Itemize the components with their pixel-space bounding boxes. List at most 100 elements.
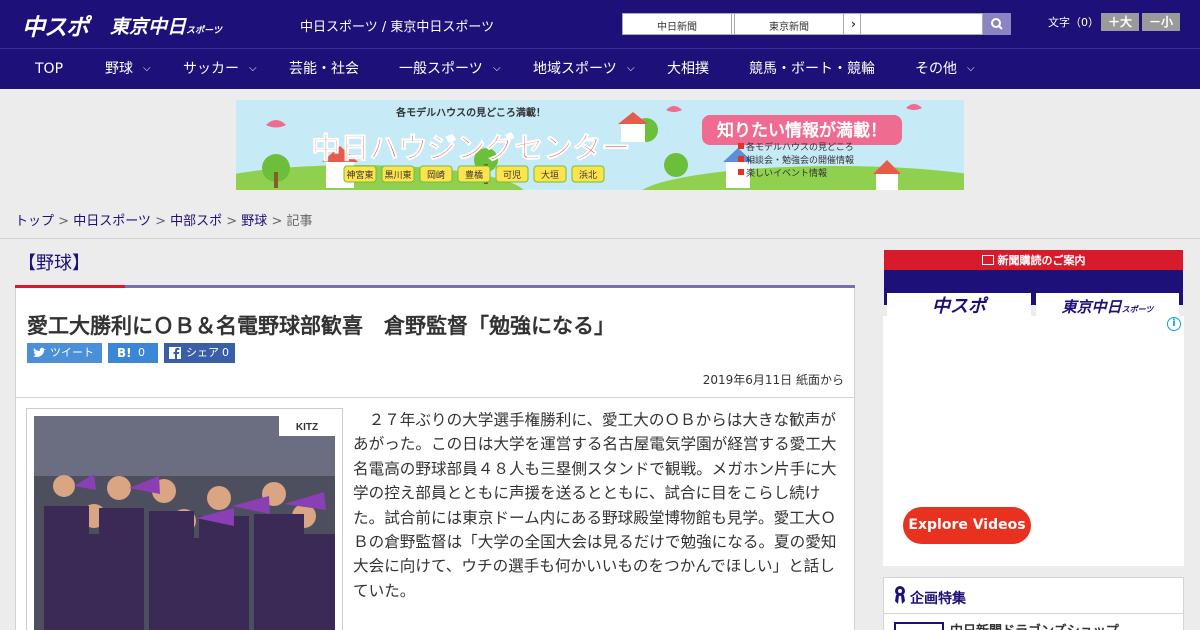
feature-item-dragons-shop[interactable]: 中日新聞ドラゴンズショップ — [950, 620, 1119, 630]
chevron-down-icon: ⌵ — [627, 63, 635, 74]
text-size-down-button[interactable]: －小 — [1142, 13, 1180, 31]
subscription-title: 新聞購読のご案内 — [884, 252, 1183, 268]
breadcrumb-separator: > — [222, 214, 242, 229]
tokyo-chunichi-logo[interactable]: 東京中日スポーツ — [110, 12, 222, 39]
nav-item-soccer[interactable]: サッカー ⌵ — [183, 49, 257, 89]
chunichi-shimbun-label: 中日新聞 — [657, 22, 697, 33]
banner-location-label: 黒川東 — [384, 169, 411, 180]
nav-item-local-sports[interactable]: 地域スポーツ ⌵ — [533, 49, 635, 89]
banner-title: 中日ハウジングセンター — [311, 132, 630, 165]
banner-location-label: 豊橋 — [465, 169, 483, 180]
ribbon-icon — [895, 586, 905, 604]
article-body-text: ２７年ぶりの大学選手権勝利に、愛工大のＯＢからは大きな歓声があがった。この日は大… — [353, 411, 837, 600]
newspaper-icon — [981, 255, 994, 265]
tweet-button[interactable]: ツイート — [27, 343, 102, 363]
feature-divider — [884, 613, 1183, 614]
nav-item-baseball[interactable]: 野球 ⌵ — [105, 49, 151, 89]
search-icon — [991, 18, 1003, 30]
banner-location-label: 浜北 — [579, 170, 597, 180]
hatena-bookmark-button[interactable]: B! 0 — [108, 343, 158, 363]
feature-title: 企画特集 — [910, 591, 966, 607]
explore-videos-button[interactable]: Explore Videos — [903, 507, 1031, 544]
article-header: 愛工大勝利にＯＢ＆名電野球部歓喜 倉野監督「勉強になる」 ツイート B! 0 シ… — [15, 288, 855, 398]
banner-top-line: 各モデルハウスの見どころ満載！ — [395, 106, 546, 119]
photo-sign: KITZ — [296, 422, 318, 433]
tokyo-chunichi-logo-text: 東京中日 — [110, 16, 187, 38]
banner-bullet2: 相談会・勉強会の開催情報 — [746, 154, 854, 165]
subscription-title-text: 新聞購読のご案内 — [997, 254, 1086, 267]
facebook-icon — [169, 347, 181, 359]
tweet-label: ツイート — [50, 346, 94, 359]
search-button[interactable] — [983, 13, 1011, 35]
nav-item-label: 野球 — [105, 61, 133, 77]
article-date: 2019年6月11日 紙面から — [702, 373, 844, 387]
nav-item-label: 大相撲 — [667, 61, 709, 77]
video-ad-box: i Explore Videos — [883, 316, 1184, 566]
breadcrumb-separator: > — [267, 214, 287, 229]
tokyo-chunichi-subscribe-text: 東京中日 — [1061, 298, 1122, 316]
search-input[interactable] — [860, 13, 983, 35]
chevron-down-icon: ⌵ — [143, 63, 151, 74]
text-size-label: 文字（0） — [1048, 16, 1099, 29]
breadcrumb-chunichi-sports[interactable]: 中日スポーツ — [73, 214, 151, 229]
nav-item-label: サッカー — [183, 61, 239, 77]
breadcrumb-top[interactable]: トップ — [15, 214, 54, 229]
chevron-down-icon: ⌵ — [967, 63, 975, 74]
nav-item-label: 競馬・ボート・競輪 — [749, 61, 875, 77]
banner-bullet1: 各モデルハウスの見どころ — [746, 141, 854, 152]
breadcrumb-current: 記事 — [286, 214, 313, 229]
breadcrumb-baseball[interactable]: 野球 — [241, 214, 267, 229]
banner-bullet3: 楽しいイベント情報 — [746, 167, 827, 178]
site-title: 中日スポーツ / 東京中日スポーツ — [300, 20, 495, 35]
nav-item-label: その他 — [915, 61, 957, 77]
nav-item-top[interactable]: TOP — [35, 49, 63, 89]
facebook-share-label: シェア — [186, 346, 219, 359]
breadcrumb-separator: > — [54, 214, 74, 229]
top-header: 中スポ 東京中日スポーツ 中日スポーツ / 東京中日スポーツ 中日新聞 › 東京… — [0, 0, 1200, 48]
chuspo-logo[interactable]: 中スポ — [22, 8, 89, 42]
nav-item-label: 芸能・社会 — [289, 61, 359, 77]
tokyo-chunichi-logo-small: スポーツ — [186, 26, 222, 36]
nav-item-general-sports[interactable]: 一般スポーツ ⌵ — [399, 49, 501, 89]
tokyo-shimbun-label: 東京新聞 — [769, 22, 809, 33]
breadcrumb-divider — [0, 238, 1200, 239]
tokyo-chunichi-subscribe-small: スポーツ — [1121, 305, 1154, 314]
hatena-icon: B! — [117, 346, 132, 360]
twitter-icon — [33, 347, 46, 358]
facebook-share-button[interactable]: シェア 0 — [164, 343, 235, 363]
nav-item-racing[interactable]: 競馬・ボート・競輪 — [749, 49, 875, 89]
cheering-students-photo: KITZ — [34, 416, 335, 630]
breadcrumb-separator: > — [150, 214, 171, 229]
facebook-share-count: 0 — [222, 346, 229, 359]
text-size-up-button[interactable]: ＋大 — [1101, 13, 1139, 31]
banner-bubble-text: 知りたい情報が満載！ — [716, 120, 887, 140]
banner-location-label: 神宮東 — [346, 169, 373, 180]
article-category: 【野球】 — [18, 253, 90, 274]
feature-thumbnail[interactable] — [894, 622, 944, 630]
article-photo[interactable]: KITZ — [34, 416, 335, 630]
breadcrumb-chubu-spo[interactable]: 中部スポ — [170, 214, 222, 229]
housing-center-banner[interactable]: 知りたい情報が満載！ 各モデルハウスの見どころ満載！ 中日ハウジングセンター 神… — [236, 100, 964, 190]
nav-item-label: TOP — [35, 61, 64, 77]
article-photo-frame: KITZ — [26, 408, 343, 630]
main-nav: TOP 野球 ⌵ サッカー ⌵ 芸能・社会 一般スポーツ ⌵ 地域スポーツ ⌵ 大相撲 … — [0, 48, 1200, 89]
nav-item-label: 地域スポーツ — [533, 61, 617, 77]
article-body: KITZ ２７年ぶりの大学選手権勝利に、愛工大のＯＢからは大きな歓声があがった。… — [15, 398, 855, 630]
banner-location-label: 大垣 — [541, 169, 559, 180]
tokyo-shimbun-button[interactable]: 東京新聞 › — [734, 13, 864, 35]
nav-item-entertainment[interactable]: 芸能・社会 — [289, 49, 359, 89]
nav-item-label: 一般スポーツ — [399, 61, 483, 77]
breadcrumb: トップ > 中日スポーツ > 中部スポ > 野球 > 記事 — [15, 210, 313, 229]
nav-item-sumo[interactable]: 大相撲 — [667, 49, 709, 89]
hatena-count: 0 — [138, 346, 145, 359]
chevron-down-icon: ⌵ — [493, 63, 501, 74]
banner-graphic: 知りたい情報が満載！ 各モデルハウスの見どころ満載！ 中日ハウジングセンター 神… — [236, 100, 964, 190]
feature-section: 企画特集 中日新聞ドラゴンズショップ — [883, 577, 1184, 630]
article-headline: 愛工大勝利にＯＢ＆名電野球部歓喜 倉野監督「勉強になる」 — [27, 314, 615, 338]
chevron-down-icon: ⌵ — [249, 63, 257, 74]
nav-item-others[interactable]: その他 ⌵ — [915, 49, 975, 89]
banner-locations: 神宮東 黒川東 岡崎 豊橋 可児 大垣 浜北 — [343, 165, 605, 183]
chunichi-shimbun-button[interactable]: 中日新聞 › — [622, 13, 752, 35]
banner-location-label: 可児 — [503, 170, 521, 180]
ad-info-icon[interactable]: i — [1167, 317, 1181, 331]
